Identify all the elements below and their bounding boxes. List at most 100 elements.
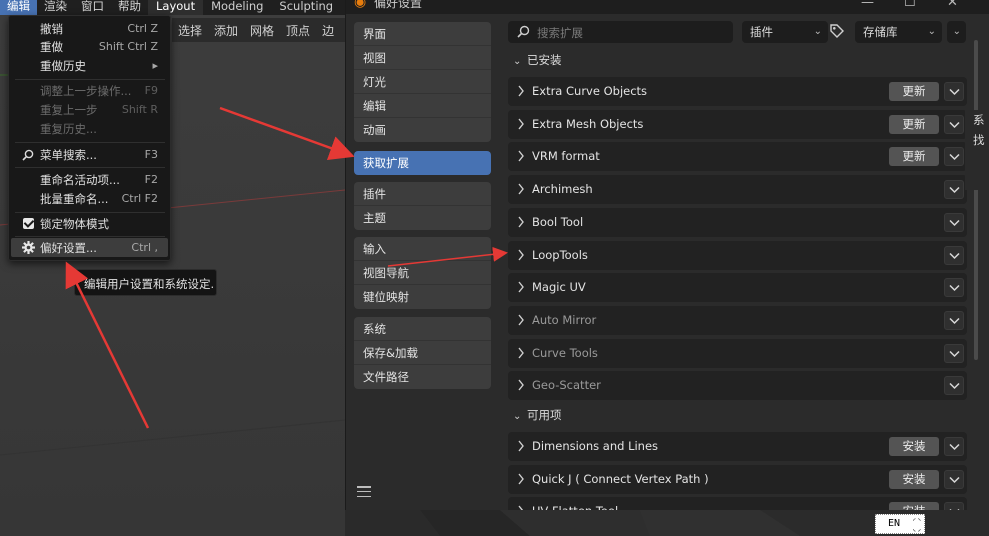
sidebar-item-lights[interactable]: 灯光: [354, 70, 491, 94]
extension-options-dropdown[interactable]: [944, 212, 964, 232]
workspace-tab-modeling[interactable]: Modeling: [203, 0, 271, 15]
sidebar-item-themes[interactable]: 主题: [354, 206, 491, 230]
extension-options-dropdown[interactable]: [944, 245, 964, 265]
hamburger-menu-icon[interactable]: [357, 486, 371, 497]
install-button[interactable]: 安装: [889, 437, 939, 456]
chevron-right-icon[interactable]: [517, 249, 527, 261]
extension-row[interactable]: Dimensions and Lines 安装: [508, 432, 967, 461]
type-filter-dropdown[interactable]: 插件 ⌄: [742, 21, 828, 43]
extension-row[interactable]: Curve Tools: [508, 338, 967, 368]
workspace-tab-layout[interactable]: Layout: [148, 0, 204, 15]
extension-options-dropdown[interactable]: [944, 502, 964, 510]
chevron-right-icon[interactable]: [517, 505, 527, 510]
menu-window[interactable]: 窗口: [74, 0, 111, 15]
menu-item-preferences[interactable]: 偏好设置... Ctrl ,: [11, 238, 168, 257]
extension-row[interactable]: Magic UV: [508, 273, 967, 303]
menu-item-batch-rename[interactable]: 批量重命名... Ctrl F2: [11, 189, 168, 208]
close-icon[interactable]: ✕: [947, 0, 958, 10]
tag-icon[interactable]: [829, 23, 847, 41]
chevron-right-icon[interactable]: [517, 314, 527, 326]
extension-options-dropdown[interactable]: [944, 469, 964, 489]
repository-dropdown[interactable]: 存储库 ⌄: [855, 21, 942, 43]
menu-item-adjust-last-operation[interactable]: 调整上一步操作... F9: [11, 81, 168, 100]
chevron-right-icon[interactable]: [517, 216, 527, 228]
available-section-header[interactable]: ⌄ 可用项: [513, 405, 562, 425]
sidebar-item-input[interactable]: 输入: [354, 237, 491, 261]
minimize-icon[interactable]: —: [861, 0, 874, 10]
extension-row[interactable]: UV Flatten Tool 安装: [508, 497, 967, 510]
extension-row[interactable]: VRM format 更新: [508, 142, 967, 172]
menu-item-repeat-history[interactable]: 重复历史...: [11, 119, 168, 138]
menu-separator: [15, 236, 165, 237]
viewport-menu-mesh[interactable]: 网格: [244, 22, 280, 39]
extension-row[interactable]: Extra Mesh Objects 更新: [508, 109, 967, 139]
chevron-right-icon[interactable]: [517, 347, 527, 359]
maximize-icon[interactable]: ☐: [904, 0, 916, 10]
sidebar-item-file-paths[interactable]: 文件路径: [354, 365, 491, 389]
workspace-tab-sculpting[interactable]: Sculpting: [271, 0, 341, 15]
sidebar-item-keymap[interactable]: 键位映射: [354, 285, 491, 309]
menu-item-redo-history[interactable]: 重做历史 ▸: [11, 56, 168, 75]
viewport-menu-select[interactable]: 选择: [172, 22, 208, 39]
menu-help[interactable]: 帮助: [111, 0, 148, 15]
viewport-menu-vertex[interactable]: 顶点: [280, 22, 316, 39]
search-extensions-input[interactable]: 搜索扩展: [508, 21, 733, 43]
menu-render[interactable]: 渲染: [37, 0, 74, 15]
extension-row[interactable]: Quick J ( Connect Vertex Path ) 安装: [508, 464, 967, 494]
viewport-menu-add[interactable]: 添加: [208, 22, 244, 39]
ime-language-indicator[interactable]: EN ◜◝ ◟◞: [875, 514, 925, 534]
chevron-down-icon: ⌄: [813, 26, 822, 37]
extension-options-dropdown[interactable]: [944, 82, 964, 101]
extension-options-dropdown[interactable]: [944, 180, 964, 200]
sidebar-item-addons[interactable]: 插件: [354, 182, 491, 206]
sidebar-item-editing[interactable]: 编辑: [354, 94, 491, 118]
sidebar-item-navigation[interactable]: 视图导航: [354, 261, 491, 285]
chevron-right-icon[interactable]: [517, 183, 527, 195]
extension-row[interactable]: Geo-Scatter: [508, 371, 967, 401]
extension-row[interactable]: Auto Mirror: [508, 305, 967, 335]
menu-edit[interactable]: 编辑: [0, 0, 37, 15]
sidebar-item-interface[interactable]: 界面: [354, 22, 491, 46]
install-button[interactable]: 安装: [889, 502, 939, 510]
chevron-right-icon[interactable]: [517, 440, 527, 452]
viewport-menu-edge[interactable]: 边: [316, 22, 340, 39]
extension-row[interactable]: LoopTools: [508, 240, 967, 270]
update-button[interactable]: 更新: [889, 114, 939, 134]
menu-item-undo[interactable]: 撤销 Ctrl Z: [11, 19, 168, 38]
menu-item-rename-active[interactable]: 重命名活动项... F2: [11, 170, 168, 189]
chevron-right-icon[interactable]: [517, 118, 527, 130]
scrollbar[interactable]: [974, 40, 978, 360]
sidebar-item-system[interactable]: 系统: [354, 317, 491, 341]
installed-section-header[interactable]: ⌄ 已安装: [513, 50, 562, 70]
extension-options-dropdown[interactable]: [944, 310, 964, 330]
extension-options-dropdown[interactable]: [944, 114, 964, 134]
extension-options-dropdown[interactable]: [944, 376, 964, 396]
menu-item-repeat-last[interactable]: 重复上一步 Shift R: [11, 100, 168, 119]
checkbox-checked-icon[interactable]: [21, 217, 35, 231]
menu-item-menu-search[interactable]: 菜单搜索... F3: [11, 145, 168, 164]
top-menubar: 编辑 渲染 窗口 帮助 Layout Modeling Sculpting: [0, 0, 345, 15]
update-button[interactable]: 更新: [889, 82, 939, 101]
install-button[interactable]: 安装: [889, 469, 939, 489]
sidebar-item-animation[interactable]: 动画: [354, 118, 491, 142]
chevron-right-icon[interactable]: [517, 150, 527, 162]
sidebar-item-get-extensions[interactable]: 获取扩展: [354, 151, 491, 175]
extension-row[interactable]: Archimesh: [508, 175, 967, 205]
chevron-right-icon[interactable]: [517, 281, 527, 293]
sidebar-item-viewport[interactable]: 视图: [354, 46, 491, 70]
menu-item-lock-object-modes[interactable]: 锁定物体模式: [11, 214, 168, 233]
extension-row[interactable]: Bool Tool: [508, 207, 967, 237]
search-icon: [517, 25, 530, 41]
extension-options-dropdown[interactable]: [944, 437, 964, 456]
chevron-right-icon[interactable]: [517, 379, 527, 391]
update-button[interactable]: 更新: [889, 147, 939, 167]
extension-options-dropdown[interactable]: [944, 343, 964, 363]
filter-options-dropdown[interactable]: ⌄: [947, 21, 966, 43]
extension-row[interactable]: Extra Curve Objects 更新: [508, 77, 967, 106]
extension-options-dropdown[interactable]: [944, 278, 964, 298]
extension-options-dropdown[interactable]: [944, 147, 964, 167]
chevron-right-icon[interactable]: [517, 473, 527, 485]
menu-item-redo[interactable]: 重做 Shift Ctrl Z: [11, 37, 168, 56]
sidebar-item-save-load[interactable]: 保存&加载: [354, 341, 491, 365]
chevron-right-icon[interactable]: [517, 85, 527, 97]
